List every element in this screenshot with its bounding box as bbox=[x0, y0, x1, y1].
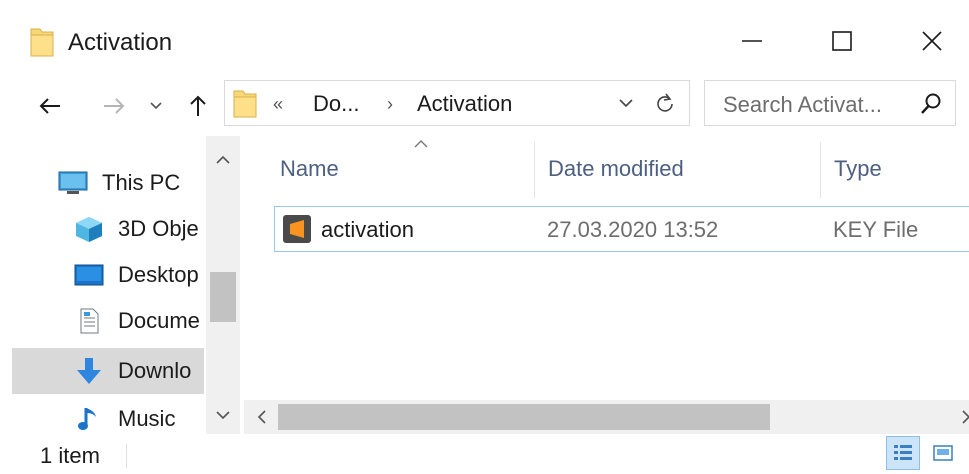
breadcrumb-parent[interactable]: Do... bbox=[313, 91, 359, 117]
column-divider[interactable] bbox=[820, 142, 821, 198]
folder-icon bbox=[233, 89, 257, 119]
explorer-window: Activation « Do... › Activation Search A… bbox=[0, 0, 969, 474]
chevron-up-icon bbox=[216, 155, 230, 164]
maximize-button[interactable] bbox=[812, 18, 872, 64]
status-divider bbox=[126, 444, 127, 468]
address-dropdown-button[interactable] bbox=[611, 81, 641, 125]
column-divider[interactable] bbox=[534, 142, 535, 198]
column-header-label: Name bbox=[280, 156, 339, 181]
file-list-horizontal-scrollbar[interactable] bbox=[244, 400, 969, 434]
column-header-label: Type bbox=[834, 156, 882, 181]
recent-locations-button[interactable] bbox=[144, 88, 168, 124]
file-row[interactable]: activation 27.03.2020 13:52 KEY File bbox=[274, 206, 969, 252]
file-list: Name Date modified Type activation 27.03… bbox=[244, 134, 969, 434]
details-view-button[interactable] bbox=[886, 436, 920, 470]
address-bar[interactable]: « Do... › Activation bbox=[224, 80, 690, 126]
window-title: Activation bbox=[68, 29, 173, 56]
search-icon[interactable] bbox=[919, 92, 943, 116]
navigation-pane: This PC 3D Obje Desktop Docume Downlo Mu… bbox=[0, 136, 240, 434]
desktop-icon bbox=[74, 261, 104, 289]
sidebar-item-downloads[interactable]: Downlo bbox=[12, 348, 204, 394]
chevron-down-icon bbox=[216, 410, 230, 419]
maximize-icon bbox=[832, 31, 852, 51]
sidebar-item-label: Docume bbox=[118, 308, 200, 333]
large-icons-view-icon bbox=[933, 445, 953, 461]
forward-arrow-icon bbox=[104, 98, 125, 114]
scroll-down-button[interactable] bbox=[206, 398, 240, 432]
chevron-down-icon bbox=[619, 98, 633, 107]
scroll-thumb[interactable] bbox=[278, 404, 770, 430]
breadcrumb-current[interactable]: Activation bbox=[417, 91, 512, 117]
3d-objects-icon bbox=[74, 215, 104, 243]
folder-icon bbox=[30, 26, 54, 58]
sidebar-item-label: Music bbox=[118, 406, 176, 431]
sidebar-item-desktop[interactable]: Desktop bbox=[0, 252, 204, 298]
address-overflow[interactable]: « bbox=[273, 91, 283, 117]
up-arrow-icon bbox=[190, 95, 206, 116]
file-date: 27.03.2020 13:52 bbox=[547, 217, 719, 242]
sidebar-item-label: Desktop bbox=[118, 262, 199, 287]
column-header-date[interactable]: Date modified bbox=[536, 134, 820, 204]
scroll-right-button[interactable] bbox=[949, 400, 969, 434]
column-header-label: Date modified bbox=[548, 156, 684, 181]
column-header-type[interactable]: Type bbox=[822, 134, 969, 204]
chevron-right-icon bbox=[961, 410, 969, 424]
details-view-icon bbox=[894, 445, 912, 460]
sidebar-item-music[interactable]: Music bbox=[0, 396, 204, 434]
scroll-up-button[interactable] bbox=[206, 142, 240, 176]
documents-icon bbox=[74, 307, 104, 335]
minimize-button[interactable] bbox=[722, 18, 782, 64]
refresh-button[interactable] bbox=[643, 81, 687, 125]
title-bar: Activation bbox=[0, 0, 969, 80]
close-button[interactable] bbox=[902, 18, 962, 64]
this-pc-icon bbox=[58, 169, 88, 197]
refresh-icon bbox=[657, 93, 673, 112]
chevron-down-icon bbox=[150, 102, 162, 110]
breadcrumb-separator[interactable]: › bbox=[387, 91, 393, 117]
large-icons-view-button[interactable] bbox=[926, 436, 960, 470]
status-bar: 1 item bbox=[0, 436, 969, 474]
sidebar-item-label: Downlo bbox=[118, 358, 192, 383]
chevron-left-icon bbox=[257, 410, 266, 424]
back-arrow-icon bbox=[39, 98, 60, 114]
search-input[interactable]: Search Activat... bbox=[723, 92, 882, 118]
search-box[interactable]: Search Activat... bbox=[704, 80, 956, 126]
up-button[interactable] bbox=[180, 88, 216, 124]
sidebar-item-label: 3D Obje bbox=[118, 216, 199, 241]
downloads-icon bbox=[74, 357, 104, 385]
item-count: 1 item bbox=[40, 443, 100, 468]
scroll-thumb[interactable] bbox=[210, 272, 236, 322]
sidebar-item-3d-objects[interactable]: 3D Obje bbox=[0, 206, 204, 252]
sublime-text-icon bbox=[283, 215, 311, 243]
sort-ascending-icon bbox=[414, 140, 428, 148]
column-header-name[interactable]: Name bbox=[264, 134, 534, 204]
sidebar-item-label: This PC bbox=[102, 170, 181, 195]
file-type: KEY File bbox=[833, 217, 919, 242]
sidebar-item-this-pc[interactable]: This PC bbox=[0, 160, 204, 206]
back-button[interactable] bbox=[30, 88, 70, 124]
forward-button[interactable] bbox=[94, 88, 134, 124]
navigation-pane-scrollbar[interactable] bbox=[206, 136, 240, 434]
close-icon bbox=[922, 31, 942, 51]
file-name: activation bbox=[321, 217, 414, 242]
scroll-left-button[interactable] bbox=[244, 400, 278, 434]
minimize-icon bbox=[742, 40, 762, 42]
music-icon bbox=[74, 405, 104, 433]
sidebar-item-documents[interactable]: Docume bbox=[0, 298, 204, 344]
